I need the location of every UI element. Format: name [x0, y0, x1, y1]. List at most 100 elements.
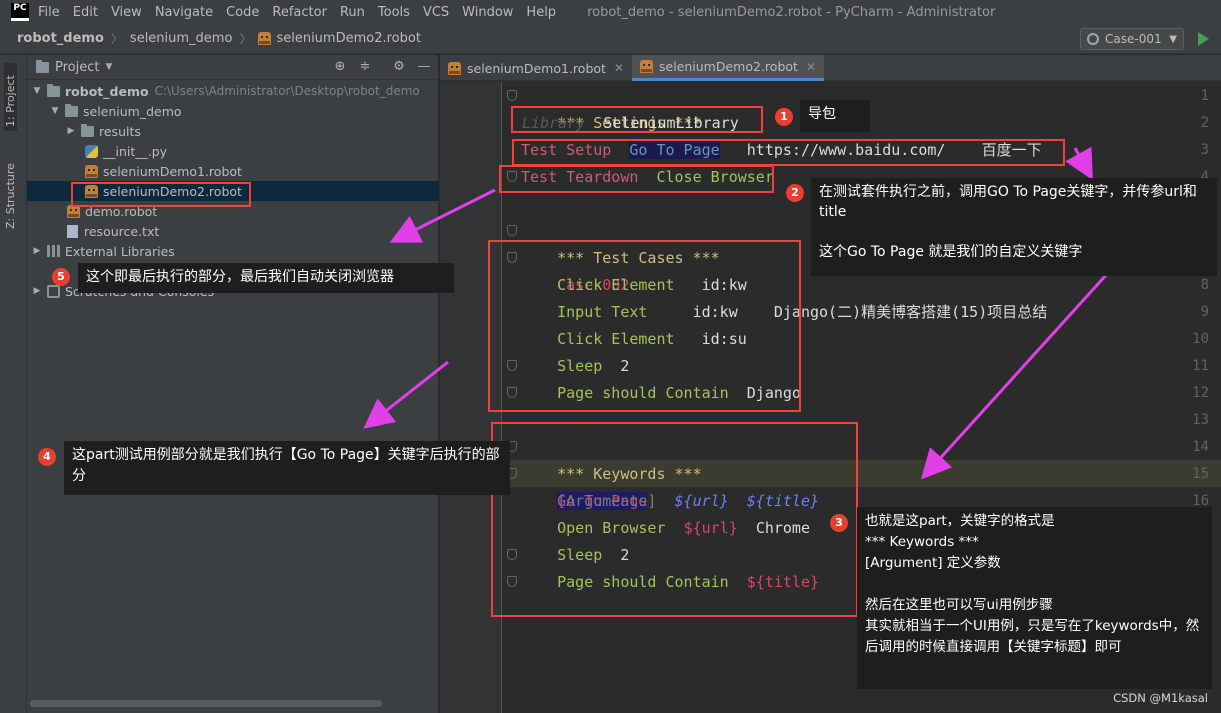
breadcrumb-folder[interactable]: selenium_demo	[130, 31, 233, 46]
tab-label: seleniumDemo1.robot	[467, 60, 606, 76]
argument-value: Django(二)精美博客搭建(15)项目总结	[773, 303, 1048, 321]
menu-help[interactable]: Help	[526, 5, 556, 20]
line-number: 1	[1200, 88, 1209, 104]
annotation-callout-4: 这part测试用例部分就是我们执行【Go To Page】关键字后执行的部分	[64, 441, 510, 495]
project-panel: Project ▼ ⊕ ≑ ⚙ — ▼ robot_demo C:\Users\…	[27, 55, 439, 713]
line-number: 15	[1192, 466, 1209, 482]
annotation-box-selected-file	[71, 182, 251, 207]
tree-item-resource-txt[interactable]: resource.txt	[27, 221, 439, 241]
tree-item-label: selenium_demo	[83, 103, 182, 119]
menu-tools[interactable]: Tools	[378, 5, 410, 20]
menu-bar: PC File Edit View Navigate Code Refactor…	[0, 0, 1221, 24]
folder-icon	[36, 59, 49, 73]
editor-tab-bar: seleniumDemo1.robot ✕ seleniumDemo2.robo…	[440, 55, 1221, 81]
breadcrumb-project[interactable]: robot_demo	[17, 31, 104, 46]
collapse-arrow-icon[interactable]: ▶	[65, 126, 77, 136]
menu-run[interactable]: Run	[340, 5, 365, 20]
tab-selenium-demo1[interactable]: seleniumDemo1.robot ✕	[440, 55, 632, 81]
menu-view[interactable]: View	[111, 5, 142, 20]
annotation-box-test-setup	[512, 139, 1065, 166]
line-number: 14	[1192, 439, 1209, 455]
folder-icon	[81, 123, 94, 137]
tree-item-robot-demo[interactable]: ▼ robot_demo C:\Users\Administrator\Desk…	[27, 81, 439, 101]
annotation-box-library	[511, 106, 763, 133]
expand-arrow-icon[interactable]: ▼	[49, 106, 61, 116]
line-number: 9	[1200, 304, 1209, 320]
window-title: robot_demo - seleniumDemo2.robot - PyCha…	[587, 4, 996, 20]
menu-vcs[interactable]: VCS	[423, 5, 449, 20]
menu-list: File Edit View Navigate Code Refactor Ru…	[38, 5, 569, 20]
fold-marker-icon[interactable]	[507, 90, 517, 101]
annotation-box-keywords	[491, 422, 858, 617]
tree-item-label: results	[99, 123, 141, 139]
folder-icon	[47, 83, 60, 97]
tree-item-external-libraries[interactable]: ▶ External Libraries	[27, 241, 439, 261]
annotation-badge-3: 3	[830, 514, 848, 532]
tree-item-label: External Libraries	[65, 243, 175, 259]
library-icon	[47, 245, 60, 257]
tree-item-label: seleniumDemo1.robot	[103, 163, 242, 179]
run-play-icon[interactable]	[1198, 32, 1209, 46]
annotation-box-test-cases	[488, 240, 801, 412]
expand-arrow-icon[interactable]: ▼	[31, 86, 43, 96]
menu-navigate[interactable]: Navigate	[155, 5, 213, 20]
tab-selenium-demo2[interactable]: seleniumDemo2.robot ✕	[632, 55, 824, 81]
breadcrumb-separator-icon: 〉	[239, 32, 252, 46]
breadcrumb-separator-icon: 〉	[110, 32, 123, 46]
run-configuration-select[interactable]: Case-001 ▼	[1080, 28, 1184, 50]
collapse-arrow-icon[interactable]: ▶	[31, 286, 43, 296]
tree-item-label: __init__.py	[103, 143, 168, 159]
horizontal-scrollbar[interactable]	[30, 700, 382, 707]
close-icon[interactable]: ✕	[806, 60, 816, 74]
menu-window[interactable]: Window	[462, 5, 513, 20]
annotation-callout-5: 这个即最后执行的部分，最后我们自动关闭浏览器	[78, 263, 454, 293]
tab-label: seleniumDemo2.robot	[659, 59, 798, 74]
breadcrumb-file[interactable]: seleniumDemo2.robot	[276, 31, 420, 46]
robot-file-icon	[640, 60, 653, 73]
annotation-callout-2: 在测试套件执行之前，调用GO To Page关键字，并传参url和title 这…	[811, 178, 1217, 276]
python-file-icon	[85, 144, 98, 158]
annotation-callout-3: 也就是这part，关键字的格式是 *** Keywords *** [Argum…	[857, 507, 1212, 689]
locate-target-icon[interactable]: ⊕	[333, 60, 347, 74]
pycharm-logo-icon: PC	[11, 3, 29, 21]
annotation-badge-2: 2	[786, 184, 804, 202]
tree-item-init-py[interactable]: __init__.py	[27, 141, 439, 161]
robot-file-icon	[258, 32, 272, 45]
run-config-icon	[1087, 33, 1099, 45]
line-number: 12	[1192, 385, 1209, 401]
text-file-icon	[67, 224, 78, 238]
annotation-badge-5: 5	[52, 268, 70, 286]
close-icon[interactable]: ✕	[614, 61, 624, 75]
robot-file-icon	[85, 164, 98, 178]
fold-marker-icon[interactable]	[507, 225, 517, 236]
line-number: 11	[1192, 358, 1209, 374]
tree-item-selenium-demo1[interactable]: seleniumDemo1.robot	[27, 161, 439, 181]
line-number: 8	[1200, 277, 1209, 293]
tree-item-results[interactable]: ▶ results	[27, 121, 439, 141]
tree-item-selenium-demo[interactable]: ▼ selenium_demo	[27, 101, 439, 121]
menu-code[interactable]: Code	[226, 5, 259, 20]
navigation-bar: robot_demo 〉 selenium_demo 〉 seleniumDem…	[0, 24, 1221, 54]
run-config-label: Case-001	[1105, 32, 1162, 46]
watermark: CSDN @M1kasal	[1113, 691, 1208, 705]
collapse-arrow-icon[interactable]: ▶	[31, 246, 43, 256]
menu-refactor[interactable]: Refactor	[272, 5, 327, 20]
tool-tab-project[interactable]: 1: Project	[4, 63, 17, 131]
hide-panel-icon[interactable]: —	[417, 60, 431, 74]
collapse-all-icon[interactable]: ≑	[358, 60, 372, 74]
scratches-icon	[47, 284, 60, 298]
project-view-select[interactable]: Project	[55, 60, 99, 75]
tree-item-label: robot_demo	[65, 83, 149, 99]
gear-icon[interactable]: ⚙	[392, 60, 406, 74]
tree-item-path: C:\Users\Administrator\Desktop\robot_dem…	[154, 84, 420, 98]
line-number: 13	[1192, 412, 1209, 428]
menu-file[interactable]: File	[38, 5, 60, 20]
line-number: 10	[1192, 331, 1209, 347]
tool-window-strip: 1: Project Z: Structure	[0, 55, 27, 713]
chevron-down-icon[interactable]: ▼	[105, 62, 112, 72]
annotation-badge-4: 4	[38, 448, 56, 466]
tool-tab-structure[interactable]: Z: Structure	[4, 147, 17, 229]
annotation-badge-1: 1	[775, 108, 793, 126]
annotation-box-teardown	[499, 165, 774, 193]
menu-edit[interactable]: Edit	[73, 5, 98, 20]
